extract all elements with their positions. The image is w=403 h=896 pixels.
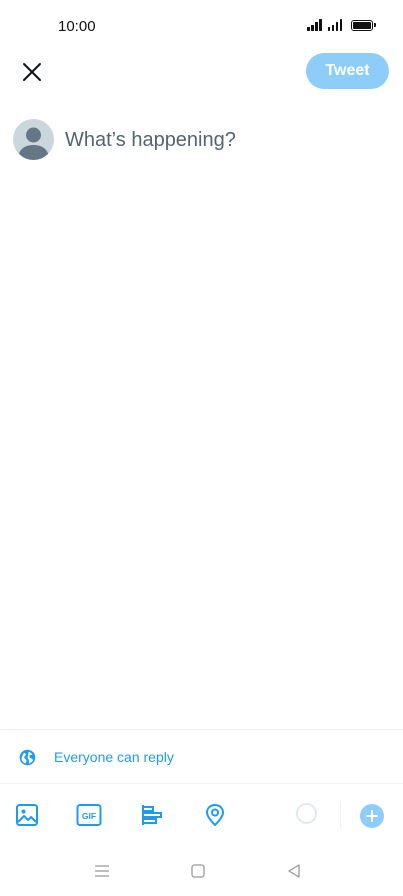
default-avatar-icon xyxy=(18,127,49,160)
gif-button[interactable]: GIF xyxy=(76,802,102,828)
gif-label: GIF xyxy=(82,811,96,821)
menu-icon xyxy=(95,865,109,877)
divider xyxy=(0,783,403,784)
image-icon xyxy=(16,804,38,826)
character-counter-icon xyxy=(296,803,317,824)
globe-icon xyxy=(19,749,36,766)
status-icons xyxy=(307,19,376,31)
close-icon xyxy=(23,63,41,81)
signal-icon xyxy=(307,19,322,31)
reply-settings-button[interactable]: Everyone can reply xyxy=(0,738,403,776)
location-icon xyxy=(206,804,224,826)
plus-icon xyxy=(366,810,378,822)
nav-menu-button[interactable] xyxy=(91,860,113,882)
nav-home-button[interactable] xyxy=(187,860,209,882)
image-button[interactable] xyxy=(14,802,40,828)
avatar[interactable] xyxy=(13,119,54,160)
tweet-button[interactable]: Tweet xyxy=(306,53,389,89)
toolbar-divider xyxy=(340,801,341,829)
compose-input[interactable] xyxy=(65,126,385,154)
signal-icon xyxy=(327,19,342,31)
status-bar: 10:00 xyxy=(0,0,403,54)
poll-button[interactable] xyxy=(139,802,165,828)
close-button[interactable] xyxy=(16,56,48,88)
poll-icon xyxy=(142,805,162,825)
battery-icon xyxy=(351,20,376,31)
nav-back-button[interactable] xyxy=(283,860,305,882)
reply-settings-label: Everyone can reply xyxy=(54,749,174,765)
status-time: 10:00 xyxy=(58,18,96,35)
gif-icon: GIF xyxy=(76,804,102,826)
divider xyxy=(0,729,403,730)
location-button[interactable] xyxy=(202,802,228,828)
add-tweet-button[interactable] xyxy=(360,804,384,828)
home-square-icon xyxy=(191,864,205,878)
back-triangle-icon xyxy=(288,864,300,878)
